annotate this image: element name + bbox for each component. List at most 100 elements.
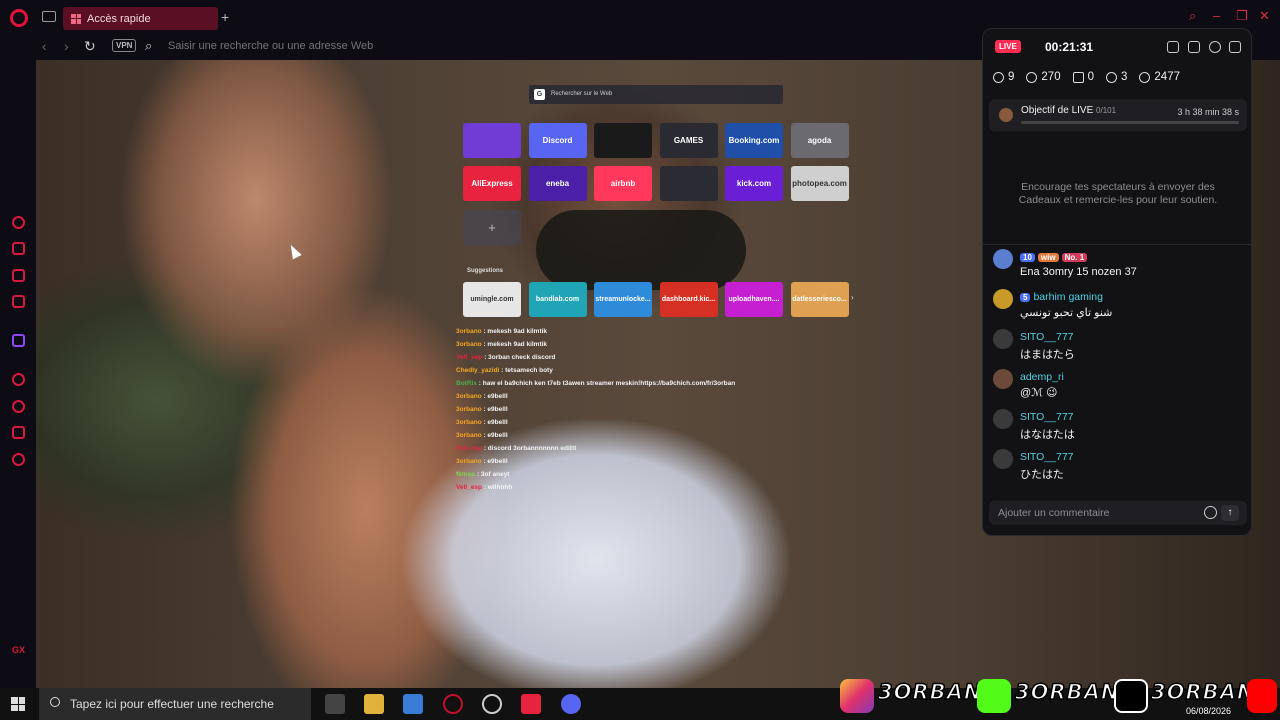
live-goal[interactable]: Objectif de LIVE 0/101 3 h 38 min 38 s	[989, 99, 1247, 131]
suggestion-tile[interactable]: uploadhaven....	[725, 282, 783, 317]
close-icon[interactable]: ✕	[1259, 8, 1270, 24]
comment-author[interactable]: SITO__777	[1020, 411, 1074, 423]
live-timer: 00:21:31	[1045, 40, 1094, 54]
search-icon	[50, 697, 60, 707]
speed-dial-tile[interactable]: airbnb	[594, 166, 652, 201]
users-icon	[993, 71, 1004, 83]
speed-dial-tile[interactable]	[463, 123, 521, 158]
back-icon[interactable]: ‹	[42, 38, 47, 54]
emoji-icon[interactable]	[1204, 506, 1217, 519]
user-badge: 5	[1020, 293, 1031, 302]
suggestion-tile[interactable]: umingle.com	[463, 282, 521, 317]
obs-icon[interactable]	[482, 694, 502, 714]
gx-control-icon[interactable]	[12, 216, 25, 229]
speed-dial-tile[interactable]: Discord	[528, 123, 587, 158]
overlay-chat-user: 3orbano	[456, 406, 482, 413]
opera-logo-icon[interactable]	[10, 9, 28, 27]
live-comment[interactable]: SITO__777 はまはたら	[993, 329, 1243, 365]
speed-dial-tile[interactable]: Booking.com	[725, 123, 783, 158]
avatar[interactable]	[993, 369, 1013, 389]
avatar[interactable]	[993, 409, 1013, 429]
lock-icon[interactable]	[1188, 41, 1200, 53]
gift-icon	[1072, 71, 1084, 83]
speed-dial-search[interactable]: G Rechercher sur le Web	[529, 85, 783, 104]
forward-icon[interactable]: ›	[64, 38, 69, 54]
live-comment[interactable]: 5 barhim gaming شنو تاي تحبو تونسي	[993, 289, 1243, 325]
voicemod-icon[interactable]	[325, 694, 345, 714]
settings-icon[interactable]	[12, 453, 25, 466]
search-tabs-icon[interactable]: ⌕	[1189, 8, 1196, 24]
vpn-badge[interactable]: VPN	[112, 39, 137, 52]
suggestion-tile[interactable]: streamunlocke...	[594, 282, 652, 317]
heart-icon	[1139, 71, 1151, 83]
speed-dial-tile[interactable]: agoda	[790, 123, 849, 158]
overlay-chat-text: : mekesh 9ad kilmtik	[481, 341, 548, 348]
comment-author[interactable]: SITO__777	[1020, 451, 1074, 463]
live-comment[interactable]: 10 wiw No. 1 Ena 3omry 15 nozen 37	[993, 249, 1243, 285]
avatar[interactable]	[993, 249, 1013, 269]
speed-dial-tile[interactable]	[659, 166, 718, 201]
discord-icon[interactable]	[561, 694, 581, 714]
tab-islands-icon[interactable]	[42, 11, 56, 22]
opera-gx-taskbar-icon[interactable]	[443, 694, 463, 714]
gx-corner-icon[interactable]	[12, 242, 25, 255]
extensions-icon[interactable]	[12, 426, 25, 439]
comment-author[interactable]: 5 barhim gaming	[1020, 291, 1103, 303]
tiktok-icon	[1114, 679, 1148, 713]
minimize-icon[interactable]: –	[1213, 8, 1220, 23]
avatar[interactable]	[993, 329, 1013, 349]
overlay-chat-text: : 3of aneyt	[475, 471, 510, 478]
address-input[interactable]	[168, 37, 768, 55]
user-badge: 10	[1020, 253, 1035, 262]
live-comment[interactable]: ademp_ri @ℳ 😉	[993, 369, 1243, 405]
overlay-chat-line: Yefi_sep : 3orban check discord	[456, 351, 786, 364]
speed-dial-tile[interactable]: AliExpress	[463, 166, 521, 201]
overlay-chat-text: : e9belll	[481, 419, 508, 426]
reload-icon[interactable]: ↻	[84, 38, 96, 55]
suggestion-tile[interactable]: bandlab.com	[528, 282, 587, 317]
overlay-chat-user: 3orbano	[456, 328, 482, 335]
maximize-icon[interactable]: ❐	[1236, 8, 1248, 24]
taskbar-search-input[interactable]	[70, 696, 300, 712]
suggestions-next-icon[interactable]: ›	[851, 293, 854, 302]
comment-author[interactable]: 10 wiw No. 1	[1020, 251, 1090, 263]
speed-dial-tile[interactable]: GAMES	[659, 123, 718, 158]
messenger-icon[interactable]	[12, 295, 25, 308]
comment-input[interactable]	[998, 505, 1198, 521]
popout-icon[interactable]	[1229, 41, 1241, 53]
share-icon	[1106, 71, 1117, 83]
eye-icon	[1026, 71, 1038, 83]
add-speed-dial-button[interactable]: +	[463, 210, 521, 245]
speed-dial-icon	[71, 13, 81, 24]
new-tab-button[interactable]: +	[221, 10, 233, 24]
suggestion-tile[interactable]: datlesseriesco...	[790, 282, 849, 317]
comment-author[interactable]: ademp_ri	[1020, 371, 1064, 383]
tiktok-studio-icon[interactable]	[521, 694, 541, 714]
speed-dial-tile[interactable]	[594, 123, 652, 158]
comment-author[interactable]: SITO__777	[1020, 331, 1074, 343]
file-explorer-icon[interactable]	[364, 694, 384, 714]
speed-dial-tile[interactable]: kick.com	[725, 166, 783, 201]
live-comment[interactable]: SITO__777 ひたはた	[993, 449, 1243, 485]
suggestion-tile[interactable]: dashboard.kic...	[659, 282, 718, 317]
avatar[interactable]	[993, 449, 1013, 469]
twitch-purple-icon[interactable]	[12, 334, 25, 347]
overlay-chat-user: Yefi_sep	[456, 354, 483, 361]
history-icon[interactable]	[12, 400, 25, 413]
overlay-chat-user: 3orbano	[456, 393, 482, 400]
send-button[interactable]: ↑	[1221, 505, 1239, 521]
speed-dial-tile[interactable]: eneba	[528, 166, 587, 201]
comment-text: はまはたら	[1020, 349, 1075, 361]
windows-start-icon[interactable]	[11, 697, 25, 711]
store-icon[interactable]	[403, 694, 423, 714]
live-comment[interactable]: SITO__777 はなはたは	[993, 409, 1243, 445]
twitch-icon[interactable]	[12, 269, 25, 282]
instagram-icon	[840, 679, 874, 713]
gear-icon[interactable]	[1209, 41, 1221, 53]
effects-icon[interactable]	[1167, 41, 1179, 53]
avatar[interactable]	[993, 289, 1013, 309]
taskbar-search[interactable]	[39, 688, 311, 720]
tab-speed-dial[interactable]: Accès rapide	[63, 7, 218, 30]
player-icon[interactable]	[12, 373, 25, 386]
speed-dial-tile[interactable]: photopea.com	[790, 166, 849, 201]
